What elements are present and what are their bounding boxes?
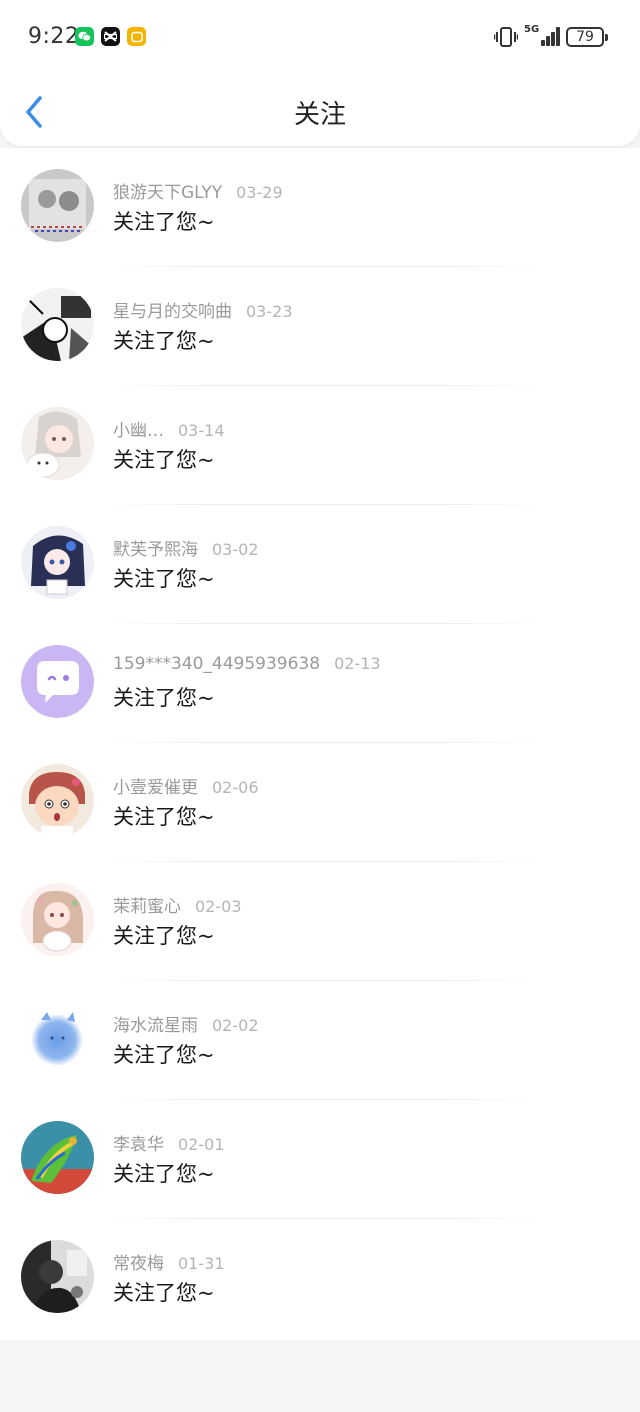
avatar[interactable] — [21, 645, 94, 718]
follow-date: 03-02 — [212, 540, 259, 559]
avatar[interactable] — [21, 1121, 94, 1194]
follower-meta: 小壹爱催更 02-06 — [113, 773, 259, 798]
signal-icon — [533, 26, 561, 46]
follower-meta: 星与月的交响曲 03-23 — [113, 297, 293, 322]
follow-message: 关注了您~ — [113, 686, 215, 710]
follower-name[interactable]: 海水流星雨 — [113, 1016, 198, 1036]
follow-message: 关注了您~ — [113, 1162, 215, 1186]
vibrate-icon — [494, 27, 518, 47]
follower-name[interactable]: 159***340_4495939638 — [113, 654, 320, 674]
page-title: 关注 — [293, 100, 346, 130]
follow-date: 03-23 — [246, 302, 293, 321]
follow-date: 02-06 — [212, 778, 259, 797]
follow-message: 关注了您~ — [113, 210, 215, 234]
follow-date: 02-01 — [178, 1135, 225, 1154]
follower-name[interactable]: 常夜梅 — [113, 1254, 164, 1274]
follower-item[interactable]: 海水流星雨 02-02 关注了您~ — [0, 981, 640, 1100]
top-bar: 9:22 5G 79 关注 — [0, 0, 640, 146]
follower-name[interactable]: 小壹爱催更 — [113, 778, 198, 798]
follow-date: 03-14 — [178, 421, 225, 440]
follower-name[interactable]: 默芙予熙海 — [113, 540, 198, 560]
status-time: 9:22 — [28, 24, 80, 49]
follower-item[interactable]: 常夜梅 01-31 关注了您~ — [0, 1219, 640, 1338]
follow-message: 关注了您~ — [113, 805, 215, 829]
follower-name[interactable]: 李袁华 — [113, 1135, 164, 1155]
battery-indicator: 79 — [566, 27, 608, 47]
follower-item[interactable]: 狼游天下GLYY 03-29 关注了您~ — [0, 148, 640, 267]
avatar[interactable] — [21, 883, 94, 956]
status-bar: 9:22 5G 79 — [0, 0, 640, 74]
follow-message: 关注了您~ — [113, 1281, 215, 1305]
follow-date: 02-13 — [334, 654, 381, 673]
follow-message: 关注了您~ — [113, 329, 215, 353]
follower-item[interactable]: 茉莉蜜心 02-03 关注了您~ — [0, 862, 640, 981]
follow-message: 关注了您~ — [113, 448, 215, 472]
follow-message: 关注了您~ — [113, 567, 215, 591]
follower-meta: 默芙予熙海 03-02 — [113, 535, 259, 560]
follower-meta: 小幽… 03-14 — [113, 416, 225, 441]
battery-level: 79 — [576, 29, 594, 45]
follower-name[interactable]: 星与月的交响曲 — [113, 302, 232, 322]
follower-meta: 狼游天下GLYY 03-29 — [113, 178, 283, 203]
avatar[interactable] — [21, 1002, 94, 1075]
follower-name[interactable]: 茉莉蜜心 — [113, 897, 181, 917]
follow-date: 02-03 — [195, 897, 242, 916]
follower-meta: 常夜梅 01-31 — [113, 1249, 225, 1274]
wechat-icon — [75, 27, 94, 46]
avatar[interactable] — [21, 169, 94, 242]
follow-date: 02-02 — [212, 1016, 259, 1035]
follower-item[interactable]: 李袁华 02-01 关注了您~ — [0, 1100, 640, 1219]
follow-date: 03-29 — [236, 183, 283, 202]
follower-meta: 海水流星雨 02-02 — [113, 1011, 259, 1036]
follow-date: 01-31 — [178, 1254, 225, 1273]
follower-name[interactable]: 狼游天下GLYY — [113, 183, 222, 203]
follow-message: 关注了您~ — [113, 1043, 215, 1067]
avatar[interactable] — [21, 526, 94, 599]
avatar[interactable] — [21, 407, 94, 480]
follow-message: 关注了您~ — [113, 924, 215, 948]
follower-meta: 茉莉蜜心 02-03 — [113, 892, 242, 917]
follower-meta: 159***340_4495939638 02-13 — [113, 654, 381, 674]
follower-item[interactable]: 小幽… 03-14 关注了您~ — [0, 386, 640, 505]
follower-name[interactable]: 小幽… — [113, 421, 164, 441]
avatar[interactable] — [21, 764, 94, 837]
capcut-icon — [101, 27, 120, 46]
follower-meta: 李袁华 02-01 — [113, 1130, 225, 1155]
follower-item[interactable]: 星与月的交响曲 03-23 关注了您~ — [0, 267, 640, 386]
avatar[interactable] — [21, 288, 94, 361]
notes-app-icon — [127, 27, 146, 46]
follower-item[interactable]: 小壹爱催更 02-06 关注了您~ — [0, 743, 640, 862]
follower-list: 狼游天下GLYY 03-29 关注了您~ 星与月的交响曲 03-23 关注了您~ 小… — [0, 148, 640, 1340]
follower-item[interactable]: 默芙予熙海 03-02 关注了您~ — [0, 505, 640, 624]
avatar[interactable] — [21, 1240, 94, 1313]
follower-item[interactable]: 159***340_4495939638 02-13 关注了您~ — [0, 624, 640, 743]
